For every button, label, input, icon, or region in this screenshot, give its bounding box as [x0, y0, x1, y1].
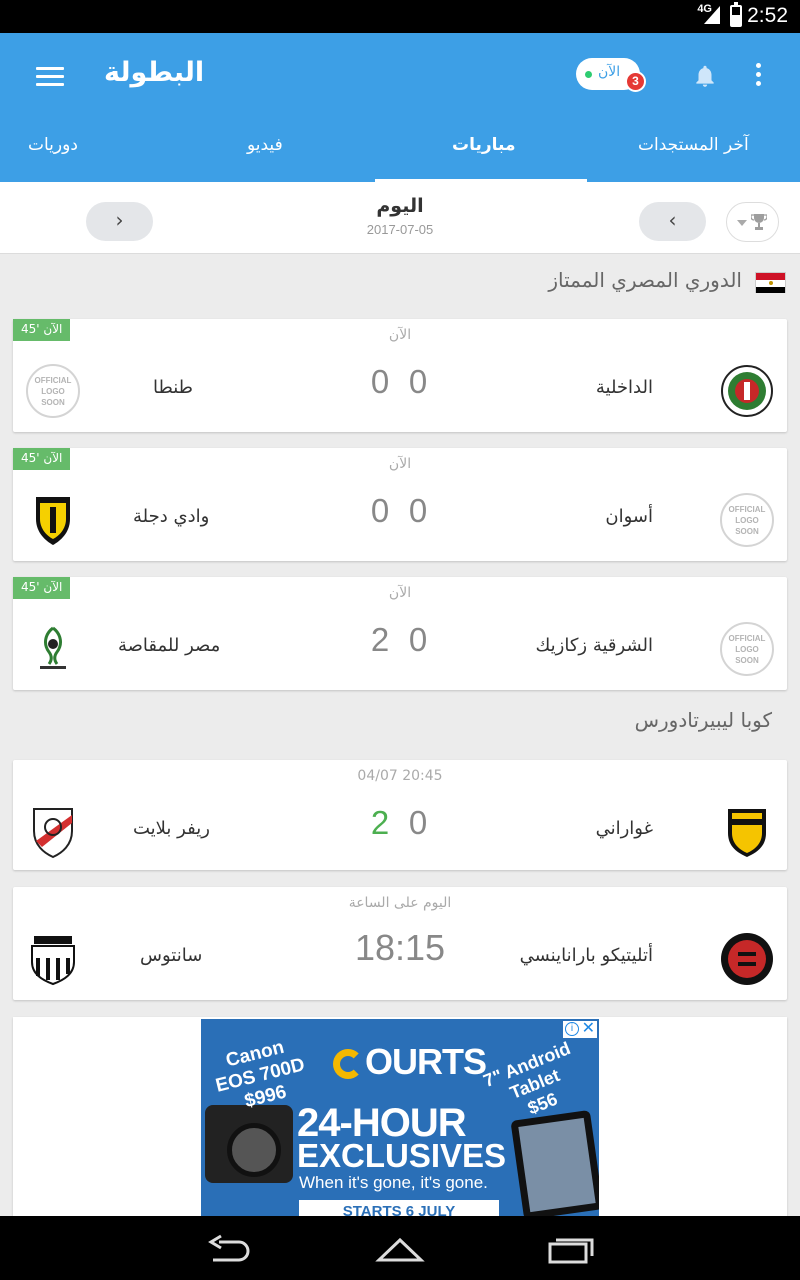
match-status: الآن [388, 456, 412, 472]
date-value: 2017-07-05 [366, 222, 434, 237]
placeholder-logo-text: LOGO [735, 644, 759, 654]
ad-brand-text: OURTS [365, 1041, 487, 1082]
match-card[interactable]: 04/07 20:45 غواراني 0 2 ريفر بلايت [13, 760, 787, 870]
team-logo-away [40, 626, 66, 669]
battery-icon [730, 2, 742, 27]
home-icon[interactable] [375, 1234, 425, 1264]
date-navigator: › اليوم 2017-07-05 ‹ [0, 182, 800, 254]
live-minute-badge: الآن '45 [13, 448, 71, 470]
away-team-name: طنطا [153, 377, 194, 398]
signal-icon [704, 6, 720, 24]
placeholder-logo-text: SOON [41, 397, 65, 407]
bell-icon[interactable] [692, 63, 718, 89]
ad-headline: EXCLUSIVES [297, 1137, 507, 1174]
live-dot-icon [585, 71, 592, 78]
camera-image [205, 1105, 293, 1183]
team-logo-home: OFFICIAL LOGO SOON [720, 622, 774, 676]
team-logo-home [721, 365, 773, 417]
match-card[interactable]: اليوم على الساعة أتليتيكو باراناينسي 18:… [13, 887, 787, 1000]
match-card[interactable]: الآن '45 الآن OFFICIAL LOGO SOON أسوان 0… [13, 448, 787, 561]
home-score: 0 [408, 621, 428, 658]
live-count-badge: 3 [625, 71, 646, 92]
menu-icon[interactable] [36, 67, 64, 87]
ad-banner[interactable]: Canon EOS 700D $996 OURTS 7" Android Tab… [201, 1019, 599, 1216]
live-minute-badge: الآن '45 [13, 577, 71, 599]
egypt-flag-icon [755, 272, 786, 293]
live-now-button[interactable]: الآن 3 [576, 58, 646, 92]
placeholder-logo-text: OFFICIAL [728, 633, 766, 643]
tab-leagues[interactable]: دوريات [28, 135, 78, 155]
league-name: كوبا ليبيرتادورس [634, 708, 772, 732]
system-nav-bar [0, 1216, 800, 1280]
close-icon[interactable]: ✕ [582, 1020, 595, 1037]
tab-bar: آخر المستجدات مباريات فيديو دوريات [0, 121, 800, 182]
tab-latest[interactable]: آخر المستجدات [638, 135, 749, 155]
ad-close-button[interactable]: i ✕ [563, 1021, 597, 1038]
match-status: اليوم على الساعة [348, 895, 452, 911]
trophy-icon [751, 214, 767, 230]
courts-logo-icon [333, 1049, 363, 1080]
placeholder-logo-text: LOGO [41, 386, 65, 396]
placeholder-logo-text: OFFICIAL [728, 504, 766, 514]
away-team-name: سانتوس [140, 945, 203, 966]
tab-matches[interactable]: مباريات [452, 135, 515, 155]
team-logo-away [36, 497, 70, 545]
ad-tagline: When it's gone, it's gone. [299, 1173, 488, 1192]
team-logo-away: OFFICIAL LOGO SOON [26, 364, 80, 418]
league-name: الدوري المصري الممتاز [548, 268, 742, 292]
home-score: 0 [408, 363, 428, 400]
ad-brand: OURTS [333, 1041, 487, 1083]
next-day-button[interactable]: › [86, 202, 153, 241]
away-score: 2 [370, 621, 390, 658]
more-vert-icon[interactable] [756, 63, 764, 89]
placeholder-logo-text: SOON [735, 655, 759, 665]
advertisement: Canon EOS 700D $996 OURTS 7" Android Tab… [13, 1017, 787, 1216]
match-card[interactable]: الآن '45 الآن الداخلية 0 0 طنطا OFFICIAL… [13, 319, 787, 432]
home-team-name: غواراني [595, 818, 653, 839]
away-score: 0 [370, 363, 390, 400]
home-team-name: الشرقية زكازيك [535, 635, 653, 656]
placeholder-logo-text: LOGO [735, 515, 759, 525]
app-bar: البطولة الآن 3 آخر المستجدات مباريات فيد… [0, 33, 800, 182]
status-bar: 4G 2:52 [0, 0, 800, 33]
prev-day-button[interactable]: ‹ [639, 202, 706, 241]
away-team-name: وادي دجلة [133, 506, 210, 527]
league-header[interactable]: الدوري المصري الممتاز [0, 254, 800, 314]
league-header[interactable]: كوبا ليبيرتادورس [0, 694, 800, 754]
away-score: 0 [370, 492, 390, 529]
placeholder-logo-text: OFFICIAL [34, 375, 72, 385]
clock: 2:52 [747, 4, 788, 27]
home-team-name: أتليتيكو باراناينسي [519, 945, 653, 966]
league-filter-button[interactable] [726, 202, 779, 242]
match-status: 04/07 20:45 [357, 768, 443, 784]
team-logo-home: OFFICIAL LOGO SOON [720, 493, 774, 547]
away-team-name: ريفر بلايت [133, 818, 210, 839]
match-status: الآن [388, 585, 412, 601]
brand-logo[interactable]: البطولة [104, 57, 204, 88]
date-title: اليوم [376, 195, 424, 217]
away-team-name: مصر للمقاصة [118, 635, 221, 656]
match-status: الآن [388, 327, 412, 343]
home-team-name: الداخلية [595, 377, 653, 398]
tab-video[interactable]: فيديو [247, 135, 283, 155]
team-logo-home [721, 933, 773, 985]
placeholder-logo-text: SOON [735, 526, 759, 536]
team-logo-home [728, 809, 766, 857]
live-minute-badge: الآن '45 [13, 319, 71, 341]
tablet-image [510, 1109, 599, 1216]
home-team-name: أسوان [605, 506, 653, 527]
team-logo-away [33, 808, 73, 859]
kickoff-time: 18:15 [354, 927, 446, 968]
back-icon[interactable] [205, 1234, 255, 1264]
ad-starts-label: STARTS 6 JULY [299, 1200, 499, 1216]
recents-icon[interactable] [546, 1234, 596, 1264]
home-score: 0 [408, 492, 428, 529]
team-logo-away [31, 936, 75, 986]
home-score: 0 [408, 804, 428, 841]
live-now-label: الآن [598, 64, 621, 80]
info-icon[interactable]: i [565, 1022, 579, 1036]
match-card[interactable]: الآن '45 الآن OFFICIAL LOGO SOON الشرقية… [13, 577, 787, 690]
away-score: 2 [370, 804, 390, 841]
chevron-down-icon [737, 220, 747, 226]
